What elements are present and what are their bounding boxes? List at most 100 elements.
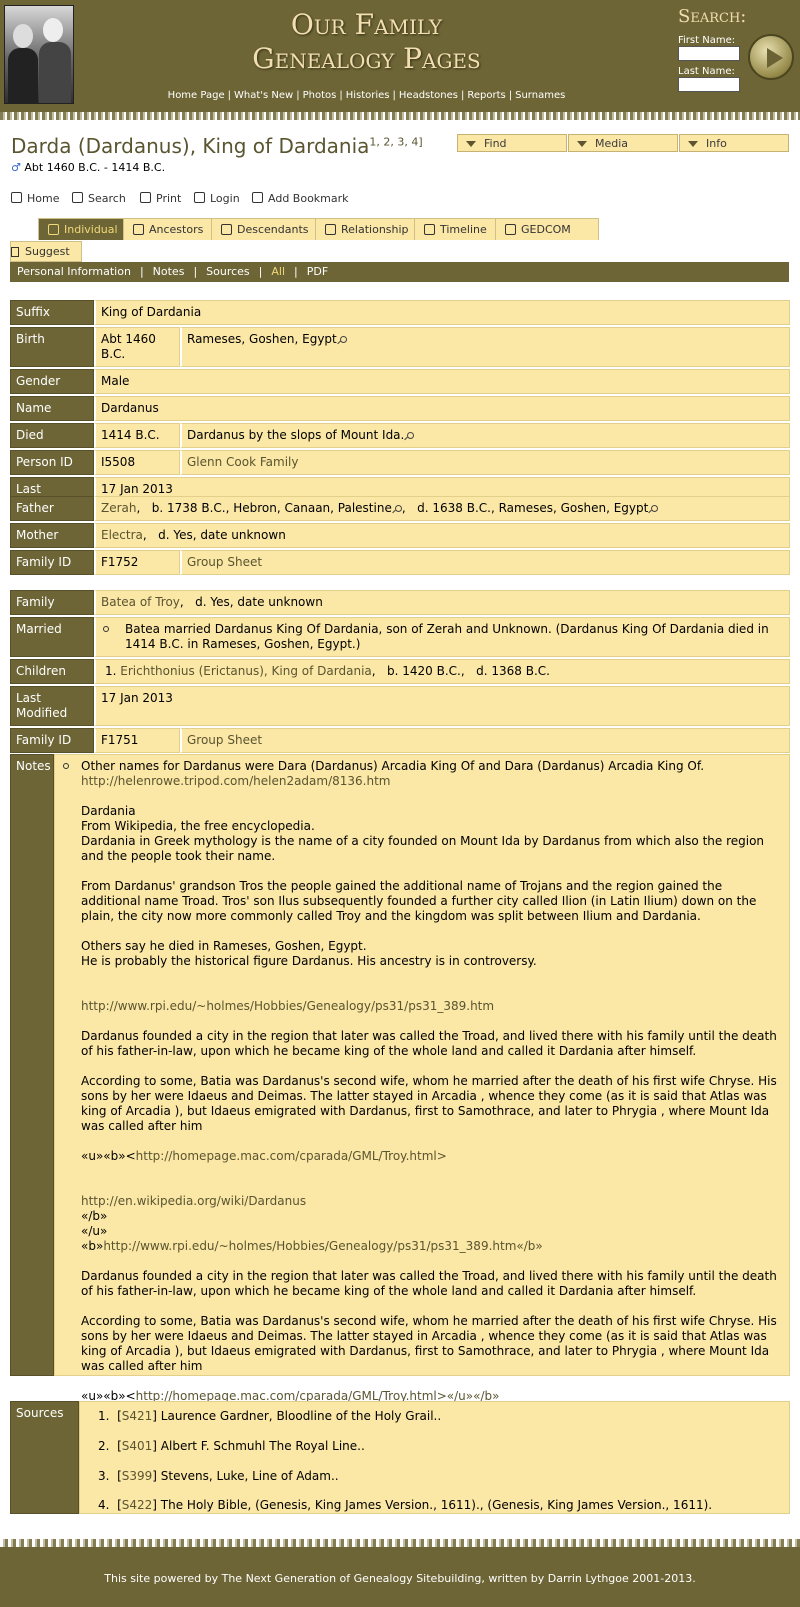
- group-sheet-link[interactable]: Group Sheet: [187, 555, 262, 569]
- bullet-icon: [63, 763, 69, 769]
- nav-home-page[interactable]: Home Page: [168, 90, 225, 101]
- spouse-link[interactable]: Batea of Troy: [101, 595, 180, 609]
- site-title[interactable]: Our Family Genealogy Pages: [150, 8, 583, 76]
- died-place: Dardanus by the slops of Mount Ida.: [187, 428, 405, 442]
- married-label: Married: [10, 617, 94, 657]
- notes-text: «u»«b»<: [81, 1149, 136, 1163]
- individual-icon: [48, 224, 59, 235]
- media-dropdown[interactable]: Media: [568, 134, 678, 152]
- search-icon: [72, 192, 83, 203]
- name-row: Name Dardanus: [10, 396, 790, 421]
- last-modified-value: 17 Jan 2013: [94, 686, 790, 726]
- sub-nav: Personal Information | Notes | Sources | All | P…: [10, 262, 789, 282]
- find-dropdown[interactable]: Find: [457, 134, 567, 152]
- notes-text: From Wikipedia, the free encyclopedia.: [81, 819, 315, 833]
- search-go-button[interactable]: [748, 34, 794, 80]
- place-search-icon[interactable]: [394, 505, 402, 512]
- info-dropdown[interactable]: Info: [679, 134, 789, 152]
- person-id-row: Person ID I5508 Glenn Cook Family: [10, 450, 790, 475]
- nav-surnames[interactable]: Surnames: [515, 90, 565, 101]
- source-link[interactable]: S399: [122, 1469, 153, 1483]
- family-id-label: Family ID: [10, 728, 94, 753]
- tab-gedcom[interactable]: GEDCOM: [495, 218, 599, 240]
- tab-descendants[interactable]: Descendants: [211, 218, 319, 240]
- source-link[interactable]: S421: [122, 1409, 153, 1423]
- source-link[interactable]: S422: [122, 1498, 153, 1512]
- tng-link[interactable]: The Next Generation of Genealogy Sitebui…: [222, 1572, 482, 1585]
- descendants-icon: [221, 224, 232, 235]
- add-bookmark-link[interactable]: Add Bookmark: [252, 192, 349, 205]
- mother-link[interactable]: Electra: [101, 528, 143, 542]
- print-link[interactable]: Print: [140, 192, 181, 205]
- nav-whats-new[interactable]: What's New: [234, 90, 293, 101]
- child-link[interactable]: Erichthonius (Erictanus), King of Dardan…: [120, 664, 371, 678]
- subnav-pdf[interactable]: PDF: [307, 265, 328, 278]
- father-label: Father: [10, 496, 94, 521]
- notes-text: Dardanus founded a city in the region th…: [81, 1029, 777, 1058]
- place-search-icon[interactable]: [651, 505, 659, 512]
- place-search-icon[interactable]: [339, 336, 347, 343]
- notes-link[interactable]: http://www.rpi.edu/~holmes/Hobbies/Genea…: [103, 1239, 542, 1253]
- group-sheet-link[interactable]: Group Sheet: [187, 733, 262, 747]
- source-item: 1. [S421] Laurence Gardner, Bloodline of…: [98, 1409, 442, 1423]
- notes-text: According to some, Batia was Dardanus's …: [81, 1074, 777, 1133]
- bookmark-icon: [252, 192, 263, 203]
- first-name-input[interactable]: [678, 46, 740, 61]
- gender-row: Gender Male: [10, 369, 790, 394]
- login-link[interactable]: Login: [194, 192, 240, 205]
- father-death: d. 1638 B.C., Rameses, Goshen, Egypt: [417, 501, 649, 515]
- birth-date: Abt 1460 B.C.: [94, 327, 180, 367]
- nav-histories[interactable]: Histories: [346, 90, 390, 101]
- home-icon: [11, 192, 22, 203]
- ref-link[interactable]: 2: [383, 135, 390, 148]
- notes-link[interactable]: http://helenrowe.tripod.com/helen2adam/8…: [81, 774, 391, 788]
- header-fringe: [0, 112, 800, 120]
- notes-section: Notes Other names for Dardanus were Dara…: [10, 754, 790, 1403]
- notes-link[interactable]: http://www.rpi.edu/~holmes/Hobbies/Genea…: [81, 999, 494, 1013]
- subnav-notes[interactable]: Notes: [153, 265, 185, 278]
- married-text: Batea married Dardanus King Of Dardania,…: [125, 622, 769, 651]
- home-link[interactable]: Home: [11, 192, 59, 205]
- family-row: Family Batea of Troy, d. Yes, date unknow…: [10, 590, 790, 615]
- footer-fringe: [0, 1539, 800, 1547]
- tab-ancestors[interactable]: Ancestors: [123, 218, 219, 240]
- notes-link[interactable]: http://homepage.mac.com/cparada/GML/Troy…: [136, 1149, 447, 1163]
- married-row: Married Batea married Dardanus King Of Da…: [10, 617, 790, 657]
- last-name-input[interactable]: [678, 77, 740, 92]
- sources-label: Sources: [10, 1401, 79, 1514]
- search-link[interactable]: Search: [72, 192, 126, 205]
- notes-link[interactable]: http://en.wikipedia.org/wiki/Dardanus: [81, 1194, 306, 1208]
- ref-link[interactable]: 3: [397, 135, 404, 148]
- notes-text: From Dardanus' grandson Tros the people …: [81, 879, 757, 923]
- notes-text: Dardania: [81, 804, 136, 818]
- tab-relationship[interactable]: Relationship: [315, 218, 427, 240]
- tab-individual[interactable]: Individual: [38, 218, 134, 240]
- tab-suggest[interactable]: Suggest: [10, 241, 82, 262]
- source-link[interactable]: S401: [122, 1439, 153, 1453]
- place-search-icon[interactable]: [407, 432, 415, 439]
- login-icon: [194, 192, 205, 203]
- notes-text: «/b»: [81, 1209, 108, 1223]
- gender-value: Male: [94, 369, 790, 394]
- person-name: Darda (Dardanus), King of Dardania1, 2, …: [11, 134, 423, 158]
- suggest-icon: [11, 247, 19, 257]
- notes-text: Dardania in Greek mythology is the name …: [81, 834, 765, 863]
- ref-link[interactable]: 1: [369, 135, 376, 148]
- sources-section: Sources 1. [S421] Laurence Gardner, Bloo…: [10, 1401, 790, 1514]
- tree-link[interactable]: Glenn Cook Family: [187, 455, 298, 469]
- tab-timeline[interactable]: Timeline: [414, 218, 500, 240]
- subnav-personal-information[interactable]: Personal Information: [17, 265, 131, 278]
- died-date: 1414 B.C.: [94, 423, 180, 448]
- nav-reports[interactable]: Reports: [467, 90, 505, 101]
- father-link[interactable]: Zerah: [101, 501, 137, 515]
- nav-headstones[interactable]: Headstones: [399, 90, 458, 101]
- children-row: Children 1. Erichthonius (Erictanus), Kin…: [10, 659, 790, 684]
- suffix-label: Suffix: [10, 300, 94, 325]
- source-item: 3. [S399] Stevens, Luke, Line of Adam..: [98, 1469, 339, 1483]
- ref-link[interactable]: 4: [411, 135, 418, 148]
- nav-photos[interactable]: Photos: [303, 90, 337, 101]
- source-item: 4. [S422] The Holy Bible, (Genesis, King…: [98, 1498, 713, 1512]
- subnav-all[interactable]: All: [271, 265, 285, 278]
- child-birth: b. 1420 B.C.: [387, 664, 461, 678]
- subnav-sources[interactable]: Sources: [206, 265, 250, 278]
